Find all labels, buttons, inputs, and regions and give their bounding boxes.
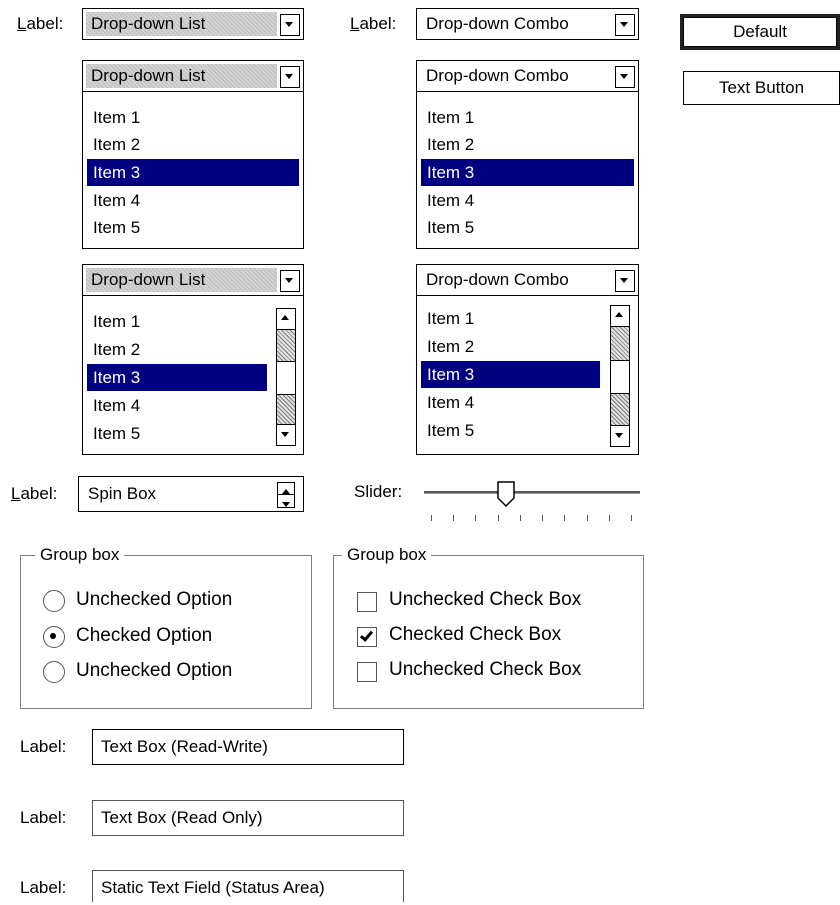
list-item[interactable]: Item 5 (421, 214, 634, 241)
dropdown-combo-expanded-value: Drop-down Combo (426, 66, 569, 85)
chevron-up-icon[interactable] (276, 308, 296, 330)
slider-track[interactable] (424, 491, 640, 494)
textbox-label: Label: (20, 878, 67, 897)
list-item-selected[interactable]: Item 3 (87, 159, 299, 186)
spin-label-rest: abel: (20, 484, 58, 503)
dropdown-combo-scroll-value: Drop-down Combo (426, 270, 569, 289)
text-box-read-write[interactable]: Text Box (Read-Write) (92, 729, 404, 765)
list-item[interactable]: Item 2 (87, 131, 299, 158)
dropdown-combo-value: Drop-down Combo (426, 14, 569, 33)
dropdown-list-expanded[interactable]: Drop-down List (82, 60, 304, 92)
vertical-scrollbar[interactable] (276, 308, 296, 446)
slider-tick (542, 515, 544, 521)
slider-tick (519, 515, 521, 521)
default-button[interactable]: Default (680, 14, 840, 50)
check-group-box: Group box Unchecked Check Box Checked Ch… (333, 545, 644, 709)
radio-option-label[interactable]: Unchecked Option (76, 588, 232, 612)
vertical-scrollbar[interactable] (610, 305, 630, 447)
static-text-field: Static Text Field (Status Area) (92, 870, 404, 902)
radio-icon[interactable] (43, 661, 65, 683)
dropdown-combo[interactable]: Drop-down Combo (416, 8, 639, 40)
list-item[interactable]: Item 2 (421, 131, 634, 158)
chevron-down-icon[interactable] (276, 424, 296, 446)
chevron-down-icon[interactable] (277, 494, 295, 508)
list-item-selected[interactable]: Item 3 (421, 159, 634, 186)
dropdown-combo-scroll[interactable]: Drop-down Combo (416, 264, 639, 296)
list-item[interactable]: Item 5 (87, 420, 267, 447)
scrollbar-thumb[interactable] (276, 361, 296, 395)
radio-icon[interactable] (43, 626, 65, 648)
slider-thumb-icon[interactable] (497, 481, 515, 508)
list-item[interactable]: Item 4 (421, 389, 600, 416)
checkbox-label[interactable]: Unchecked Check Box (389, 588, 581, 612)
list-item[interactable]: Item 5 (87, 214, 299, 241)
list-item[interactable]: Item 4 (421, 187, 634, 214)
spin-box-value[interactable]: Spin Box (83, 482, 277, 506)
text-button[interactable]: Text Button (683, 71, 840, 105)
radio-group-title: Group box (35, 545, 125, 565)
list-item-selected[interactable]: Item 3 (87, 364, 267, 391)
slider-tick (431, 515, 432, 521)
list-item[interactable]: Item 2 (87, 336, 267, 363)
check-group-title: Group box (342, 545, 432, 565)
dropdown-list[interactable]: Drop-down List (82, 8, 304, 40)
chevron-down-icon[interactable] (280, 66, 300, 88)
radio-option-label[interactable]: Unchecked Option (76, 659, 232, 683)
dropdown-list-popup[interactable]: Item 1 Item 2 Item 3 Item 4 Item 5 (82, 91, 304, 249)
dropdown-list-scroll[interactable]: Drop-down List (82, 264, 304, 296)
list-item[interactable]: Item 4 (87, 187, 299, 214)
slider-tick (564, 515, 566, 521)
slider-thumb-shape (497, 481, 515, 508)
chevron-down-icon[interactable] (280, 14, 300, 36)
list-item[interactable]: Item 1 (87, 104, 299, 131)
chevron-up-icon[interactable] (610, 305, 630, 327)
spin-label: Label: (11, 484, 57, 504)
chevron-down-icon[interactable] (280, 270, 300, 292)
list-item[interactable]: Item 1 (421, 104, 634, 131)
dropdown-list-value: Drop-down List (86, 12, 277, 36)
combo-label-rest: abel: (359, 14, 397, 33)
checkbox-label[interactable]: Unchecked Check Box (389, 658, 581, 682)
slider-tick (475, 515, 477, 521)
textbox-label: Label: (20, 808, 67, 827)
list-item[interactable]: Item 1 (87, 308, 267, 335)
radio-group-box: Group box Unchecked Option Checked Optio… (20, 545, 312, 709)
slider-tick (453, 515, 455, 521)
slider-tick (631, 515, 632, 521)
scrollbar-thumb[interactable] (610, 360, 630, 394)
list-item[interactable]: Item 2 (421, 333, 600, 360)
list-item[interactable]: Item 1 (421, 305, 600, 332)
dropdown-list-expanded-value: Drop-down List (86, 64, 277, 88)
dropdown-combo-scroll-popup[interactable]: Item 1 Item 2 Item 3 Item 4 Item 5 (416, 295, 639, 455)
list-item[interactable]: Item 5 (421, 417, 600, 444)
combo-label: Label: (350, 14, 396, 34)
slider-ticks (431, 515, 632, 523)
chevron-down-icon[interactable] (615, 66, 635, 88)
list-item[interactable]: Item 4 (87, 392, 267, 419)
dropdown-combo-popup[interactable]: Item 1 Item 2 Item 3 Item 4 Item 5 (416, 91, 639, 249)
radio-icon[interactable] (43, 590, 65, 612)
text-box-read-only: Text Box (Read Only) (92, 800, 404, 836)
list-label: Label: (17, 14, 63, 34)
checkbox-label[interactable]: Checked Check Box (389, 623, 561, 647)
list-label-rest: abel: (26, 14, 64, 33)
slider-tick (586, 515, 588, 521)
radio-option-label[interactable]: Checked Option (76, 624, 212, 648)
slider-label: Slider: (354, 482, 403, 501)
dropdown-list-scroll-popup[interactable]: Item 1 Item 2 Item 3 Item 4 Item 5 (82, 295, 304, 455)
checkbox-icon[interactable] (357, 592, 377, 612)
chevron-down-icon[interactable] (615, 270, 635, 292)
dropdown-combo-expanded[interactable]: Drop-down Combo (416, 60, 639, 92)
checkbox-icon[interactable] (357, 662, 377, 682)
textbox-label: Label: (20, 737, 67, 756)
list-item-selected[interactable]: Item 3 (421, 361, 600, 388)
chevron-down-icon[interactable] (615, 14, 635, 36)
dropdown-list-scroll-value: Drop-down List (86, 268, 277, 292)
checkbox-icon[interactable] (357, 627, 377, 647)
slider-tick (497, 515, 499, 521)
chevron-down-icon[interactable] (610, 425, 630, 447)
spin-box[interactable]: Spin Box (78, 476, 304, 512)
slider-tick (608, 515, 610, 521)
